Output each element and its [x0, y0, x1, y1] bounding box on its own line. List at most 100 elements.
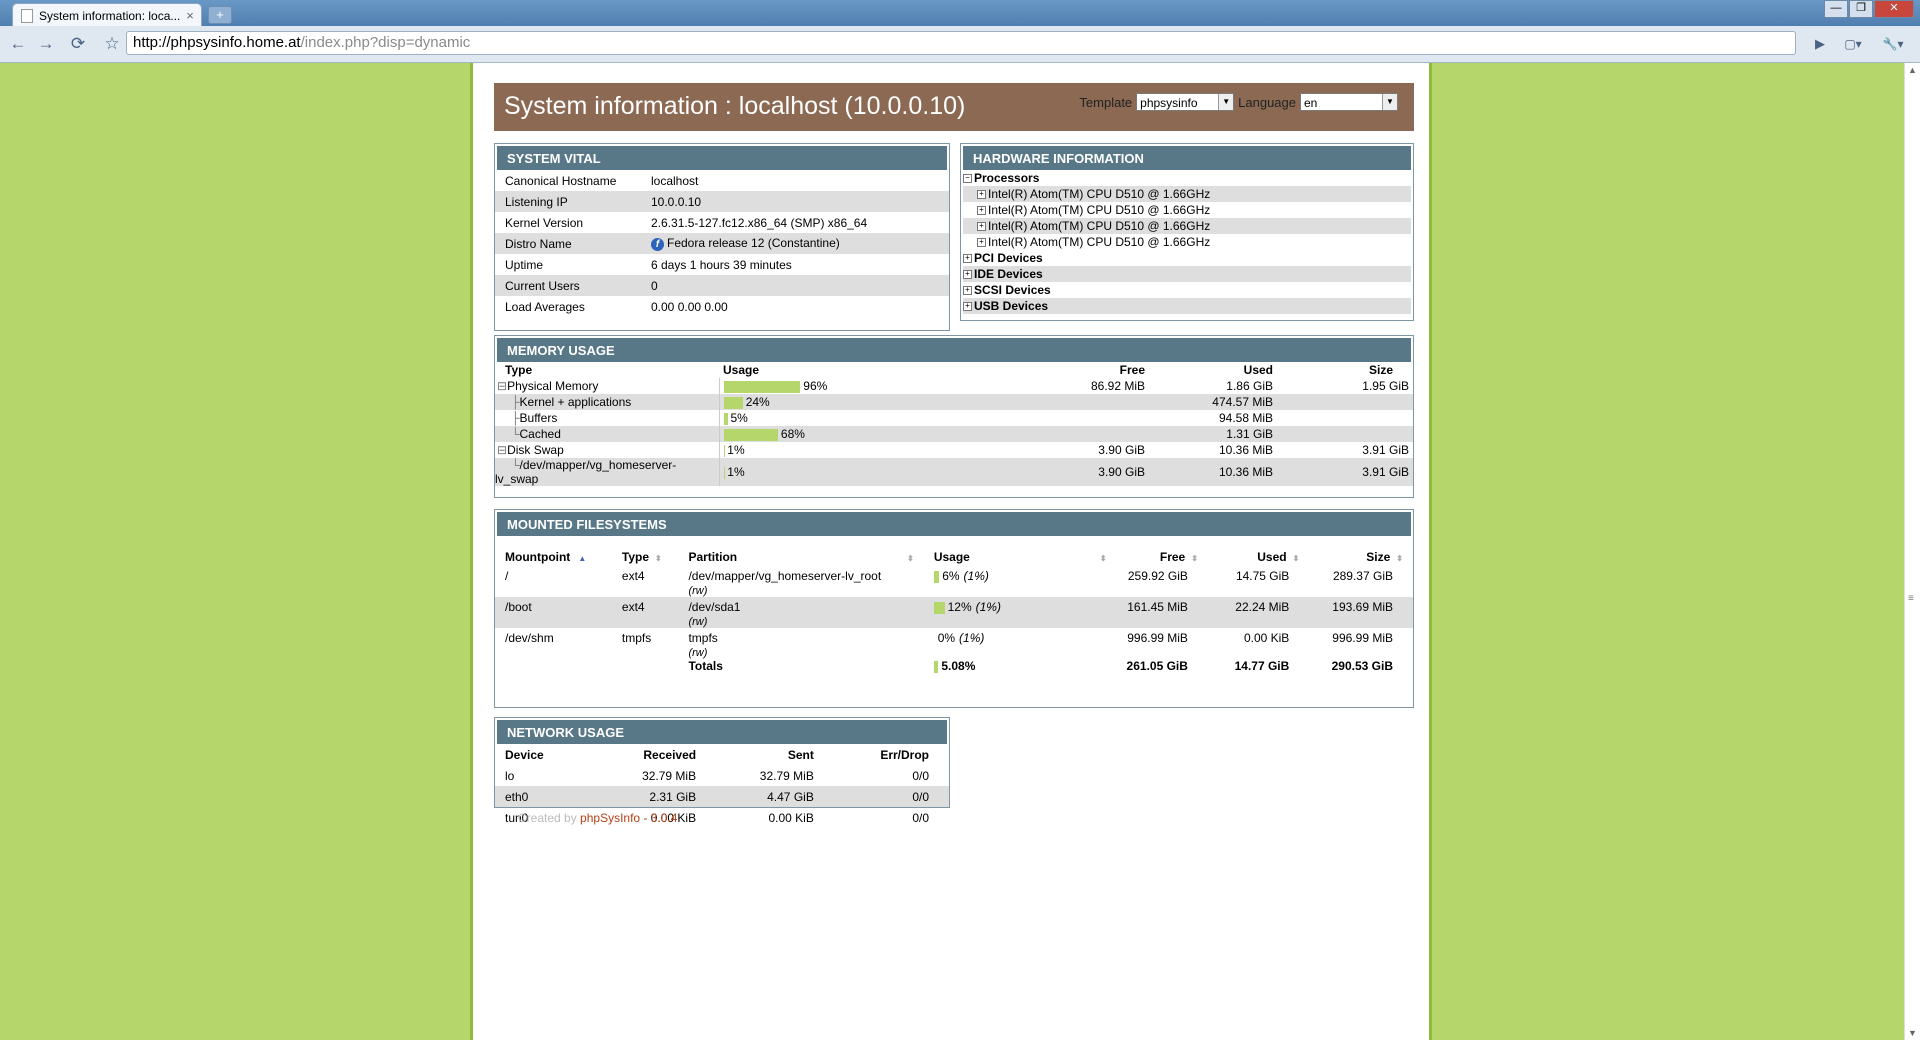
memory-type: ⊟Physical Memory	[495, 378, 719, 394]
page-container: System information : localhost (10.0.0.1…	[470, 63, 1432, 1040]
scroll-down-icon[interactable]: ▼	[1908, 1028, 1917, 1038]
cpu-item[interactable]: + Intel(R) Atom(TM) CPU D510 @ 1.66GHz	[963, 218, 1411, 234]
vital-label: Listening IP	[505, 194, 568, 209]
expand-icon[interactable]: +	[977, 190, 986, 200]
page-menu-icon[interactable]: ▢▾	[1836, 32, 1870, 56]
window-controls: — ❐ ✕	[1823, 0, 1914, 18]
vital-row: Current Users 0	[495, 275, 949, 296]
vital-label: Canonical Hostname	[505, 173, 617, 188]
vital-row: Listening IP 10.0.0.10	[495, 191, 949, 212]
tools-menu-icon[interactable]: 🔧▾	[1876, 32, 1910, 56]
maximize-button[interactable]: ❐	[1849, 0, 1873, 18]
template-select[interactable]: phpsysinfo ▼	[1136, 93, 1235, 111]
vital-row: Distro Name f Fedora release 12 (Constanti…	[495, 233, 949, 254]
vital-value: 0.00 0.00 0.00	[641, 296, 949, 317]
language-select[interactable]: en ▼	[1300, 93, 1398, 111]
sort-free-header[interactable]: Free ⬍	[1117, 544, 1208, 566]
hardware-group[interactable]: + USB Devices	[963, 298, 1411, 314]
sort-usage-header[interactable]: Usage ⬍	[924, 544, 1117, 566]
phpsysinfo-link[interactable]: phpSysInfo	[580, 811, 640, 825]
cpu-item[interactable]: + Intel(R) Atom(TM) CPU D510 @ 1.66GHz	[963, 186, 1411, 202]
sort-partition-header[interactable]: Partition ⬍	[678, 544, 923, 566]
sort-type-header[interactable]: Type ⬍	[612, 544, 679, 566]
cpu-item[interactable]: + Intel(R) Atom(TM) CPU D510 @ 1.66GHz	[963, 202, 1411, 218]
fs-partition-name: tmpfs	[688, 631, 718, 645]
vital-value: localhost	[641, 170, 949, 191]
filesystems-table: Mountpoint ▲ Type ⬍ Partition ⬍ Usage ⬍ Free…	[495, 544, 1413, 677]
expand-icon[interactable]: +	[977, 206, 986, 216]
sort-mountpoint-header[interactable]: Mountpoint ▲	[495, 544, 612, 566]
scroll-up-icon[interactable]: ▲	[1908, 65, 1917, 75]
memory-free	[1031, 426, 1159, 442]
page-icon	[21, 8, 33, 23]
expand-icon[interactable]: +	[977, 238, 986, 248]
reload-icon[interactable]: ⟳	[66, 32, 90, 56]
close-window-button[interactable]: ✕	[1874, 0, 1914, 18]
free-label: Free	[1159, 550, 1186, 564]
fs-partition: /dev/sda1 (rw)	[678, 597, 923, 628]
memory-free: 3.90 GiB	[1098, 443, 1145, 457]
vital-value-text: Fedora release 12 (Constantine)	[667, 236, 840, 251]
tab-close-icon[interactable]: ×	[183, 8, 197, 23]
expand-icon[interactable]: +	[977, 222, 986, 232]
cpu-label: Intel(R) Atom(TM) CPU D510 @ 1.66GHz	[988, 219, 1211, 233]
vital-label: Uptime	[505, 257, 544, 272]
memory-size-header: Size	[1368, 363, 1393, 377]
memory-table: Type Usage Free Used Size ⊟Physical Memo…	[495, 362, 1413, 486]
scroll-thumb[interactable]: ≡	[1908, 593, 1914, 604]
hardware-title: HARDWARE INFORMATION	[961, 144, 1413, 170]
memory-type-label: Buffers	[519, 411, 558, 425]
browser-toolbar: ← → ⟳ ☆ http://phpsysinfo.home.at/index.…	[0, 26, 1920, 63]
memory-size: 1.95 GiB	[1362, 379, 1409, 393]
minimize-button[interactable]: —	[1824, 0, 1848, 18]
network-sent-header: Sent	[787, 747, 814, 762]
vertical-scrollbar[interactable]: ▲ ≡ ▼	[1904, 63, 1920, 1040]
address-bar[interactable]: http://phpsysinfo.home.at/index.php?disp…	[126, 31, 1796, 55]
memory-free	[1031, 394, 1159, 410]
expand-icon[interactable]: +	[963, 302, 972, 312]
forward-icon[interactable]: →	[34, 32, 58, 56]
usage-bar	[933, 570, 940, 583]
back-icon[interactable]: ←	[6, 32, 30, 56]
fs-used: 14.75 GiB	[1235, 569, 1290, 583]
expand-icon[interactable]: +	[963, 270, 972, 280]
vital-value: 10.0.0.10	[641, 191, 949, 212]
memory-free	[1031, 410, 1159, 426]
vital-value: 6 days 1 hours 39 minutes	[641, 254, 949, 275]
fs-partition-name: /dev/mapper/vg_homeserver-lv_root	[688, 569, 882, 583]
memory-usage: 68%	[718, 426, 1031, 442]
cpu-label: Intel(R) Atom(TM) CPU D510 @ 1.66GHz	[988, 235, 1211, 249]
processors-node[interactable]: − Processors	[963, 170, 1411, 186]
vital-row: Uptime 6 days 1 hours 39 minutes	[495, 254, 949, 275]
new-tab-button[interactable]: +	[208, 6, 232, 24]
cpu-item[interactable]: + Intel(R) Atom(TM) CPU D510 @ 1.66GHz	[963, 234, 1411, 250]
usage-bar	[934, 633, 935, 645]
url-path: /index.php?disp=dynamic	[300, 34, 471, 51]
sort-size-header[interactable]: Size ⬍	[1309, 544, 1413, 566]
memory-usage-title: MEMORY USAGE	[495, 336, 1413, 362]
dropdown-arrow-icon: ▼	[1218, 94, 1234, 110]
vital-row: Kernel Version 2.6.31.5-127.fc12.x86_64 (…	[495, 212, 949, 233]
template-label: Template	[1079, 94, 1133, 110]
network-err-header: Err/Drop	[880, 747, 929, 762]
sort-used-header[interactable]: Used ⬍	[1208, 544, 1309, 566]
network-received-header: Received	[643, 747, 697, 762]
vital-value: 2.6.31.5-127.fc12.x86_64 (SMP) x86_64	[641, 212, 949, 233]
hardware-group[interactable]: + IDE Devices	[963, 266, 1411, 282]
system-vital-title: SYSTEM VITAL	[495, 144, 949, 170]
vital-value: f Fedora release 12 (Constantine)	[641, 233, 949, 254]
play-icon[interactable]: ▶	[1808, 32, 1832, 56]
memory-type: └Cached	[495, 426, 719, 442]
network-usage-title: NETWORK USAGE	[495, 718, 949, 744]
tree-connector-icon: ├	[511, 411, 520, 425]
totals-used: 14.77 GiB	[1234, 659, 1290, 673]
expand-icon[interactable]: +	[963, 254, 972, 264]
hardware-group[interactable]: + SCSI Devices	[963, 282, 1411, 298]
browser-tab[interactable]: System information: loca... ×	[12, 3, 202, 27]
expand-icon[interactable]: +	[963, 286, 972, 296]
hardware-group-label: SCSI Devices	[974, 283, 1051, 297]
bookmark-star-icon[interactable]: ☆	[100, 32, 124, 56]
hardware-group[interactable]: + PCI Devices	[963, 250, 1411, 266]
vital-value-text: 2.6.31.5-127.fc12.x86_64 (SMP) x86_64	[651, 215, 868, 230]
collapse-icon[interactable]: −	[963, 174, 972, 184]
